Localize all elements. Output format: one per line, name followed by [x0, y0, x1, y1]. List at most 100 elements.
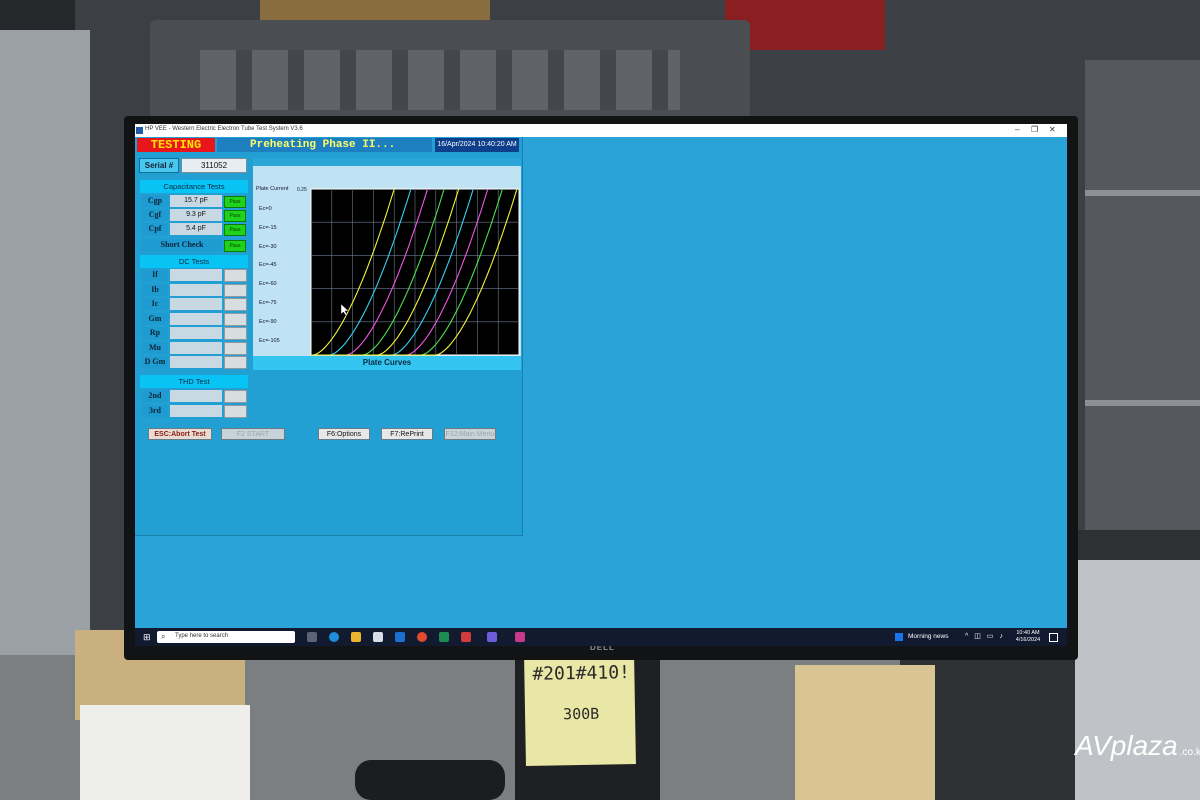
dc-row-value: [170, 341, 222, 354]
taskbar-clock[interactable]: 10:40 AM 4/16/2024: [1013, 630, 1043, 644]
file-explorer-icon[interactable]: [351, 632, 361, 642]
y-tick-label: 0.25: [297, 187, 307, 193]
store-icon[interactable]: [373, 632, 383, 642]
phase-banner: Preheating Phase II...: [217, 138, 432, 152]
dc-row-result: [224, 312, 247, 326]
dc-row-value: [170, 283, 222, 296]
cpf-label: Cpf: [142, 223, 168, 235]
capacitance-header: Capacitance Tests: [140, 180, 248, 193]
dc-row-result: [224, 283, 247, 297]
dc-row-value: [170, 298, 222, 310]
thd-row-label: 3rd: [142, 404, 168, 417]
window-title: HP VEE - Western Electric Electron Tube …: [145, 126, 303, 132]
app-icon: [136, 127, 143, 134]
dc-tests-header: DC Tests: [140, 255, 248, 268]
thd-header: THD Test: [140, 375, 248, 388]
serial-label: Serial #: [139, 158, 179, 173]
minimize-button[interactable]: –: [1015, 125, 1019, 134]
sticky-note-line1: #201#410!: [532, 662, 631, 685]
background-glasses: [355, 760, 505, 800]
news-icon: [895, 633, 903, 641]
search-placeholder: Type here to search: [175, 633, 229, 639]
dc-row-value: [170, 327, 222, 339]
background-rack: [1085, 60, 1200, 530]
serial-field: 311052: [181, 158, 247, 173]
mail-icon[interactable]: [395, 632, 405, 642]
cgf-label: Cgf: [142, 209, 168, 221]
dc-row-label: If: [142, 269, 168, 281]
watermark: AVplaza.co.kr: [1075, 730, 1200, 762]
background-rack-shelf: [1085, 190, 1200, 196]
thd-row-result: [224, 390, 247, 403]
dc-row-label: Ib: [142, 283, 168, 296]
dc-row-label: D Gm: [142, 356, 168, 368]
thd-row-value: [170, 404, 222, 417]
search-icon: ⌕: [161, 632, 166, 641]
thd-row-label: 2nd: [142, 390, 168, 402]
window-titlebar[interactable]: HP VEE - Western Electric Electron Tube …: [135, 124, 1067, 137]
thd-row-value: [170, 390, 222, 402]
chart-title: Plate Curves: [253, 356, 521, 370]
sticky-note: #201#410! 300B: [524, 654, 636, 766]
background-rack-shelf: [1085, 400, 1200, 406]
app-icon-vee[interactable]: [487, 632, 497, 642]
maximize-button[interactable]: ❐: [1031, 125, 1038, 134]
task-view-icon[interactable]: [307, 632, 317, 642]
function-key-button[interactable]: ESC:Abort Test: [148, 428, 212, 440]
dc-row-label: Ic: [142, 298, 168, 310]
thd-row-result: [224, 404, 247, 418]
cpf-pass-indicator: Pass: [224, 224, 246, 236]
background-printer-side: [1075, 560, 1200, 800]
cgp-value: 15.7 pF: [170, 195, 222, 207]
plate-curves-plot: 0.25050: [297, 187, 520, 356]
background-dark-block: [0, 0, 75, 30]
cgp-label: Cgp: [142, 195, 168, 207]
dc-row-result: [224, 298, 247, 311]
plate-curves-panel: Plate Current Ec=0 Ec=-15 Ec=-30 Ec=-45 Ec=-…: [253, 158, 521, 370]
news-widget[interactable]: Morning news: [908, 633, 948, 640]
tube-test-app: TESTING Preheating Phase II... 16/Apr/20…: [135, 137, 523, 536]
status-badge: TESTING: [137, 138, 215, 152]
background-folder: [795, 665, 935, 800]
cgp-pass-indicator: Pass: [224, 196, 246, 208]
windows-logo-icon[interactable]: ⊞: [143, 632, 151, 643]
dc-row-value: [170, 312, 222, 325]
watermark-text: AVplaza: [1075, 730, 1178, 761]
function-key-button[interactable]: F2 START: [221, 428, 285, 440]
function-key-button[interactable]: F6:Options: [318, 428, 370, 440]
taskbar-time: 10:40 AM: [1016, 630, 1040, 636]
short-check-label: Short Check: [142, 239, 222, 251]
edge-icon[interactable]: [329, 632, 339, 642]
taskbar: ⊞ ⌕ Type here to search Morning news ^ ◫…: [135, 628, 1067, 646]
watermark-domain: .co.kr: [1179, 747, 1200, 758]
cgf-value: 9.3 pF: [170, 209, 222, 221]
search-box[interactable]: ⌕ Type here to search: [157, 631, 295, 643]
background-keys: [200, 50, 680, 110]
notification-icon[interactable]: [1049, 633, 1058, 642]
dc-row-label: Mu: [142, 341, 168, 354]
dc-row-result: [224, 327, 247, 340]
cgf-pass-indicator: Pass: [224, 210, 246, 222]
system-tray-icons[interactable]: ^ ◫ ▭ ♪: [965, 632, 1005, 640]
chrome-icon[interactable]: [417, 632, 427, 642]
function-key-button[interactable]: F7:RePrint: [381, 428, 433, 440]
dc-row-value: [170, 269, 222, 281]
background-tray: [80, 705, 250, 800]
app-icon-red[interactable]: [461, 632, 471, 642]
taskbar-date: 4/16/2024: [1015, 637, 1041, 643]
dc-row-value: [170, 356, 222, 368]
dc-row-result: [224, 356, 247, 369]
function-key-button[interactable]: F12:Main Menu: [444, 428, 496, 440]
datetime-display: 16/Apr/2024 10:40:20 AM: [435, 138, 519, 152]
sticky-note-line2: 300B: [562, 704, 600, 724]
dc-row-result: [224, 341, 247, 355]
dc-row-label: Rp: [142, 327, 168, 339]
dc-row-label: Gm: [142, 312, 168, 325]
short-check-pass-indicator: Pass: [224, 240, 246, 252]
close-button[interactable]: ✕: [1049, 125, 1056, 134]
app-icon-green[interactable]: [439, 632, 449, 642]
app-icon-access[interactable]: [515, 632, 525, 642]
cpf-value: 5.4 pF: [170, 223, 222, 235]
screen: HP VEE - Western Electric Electron Tube …: [135, 124, 1067, 646]
dc-row-result: [224, 269, 247, 282]
